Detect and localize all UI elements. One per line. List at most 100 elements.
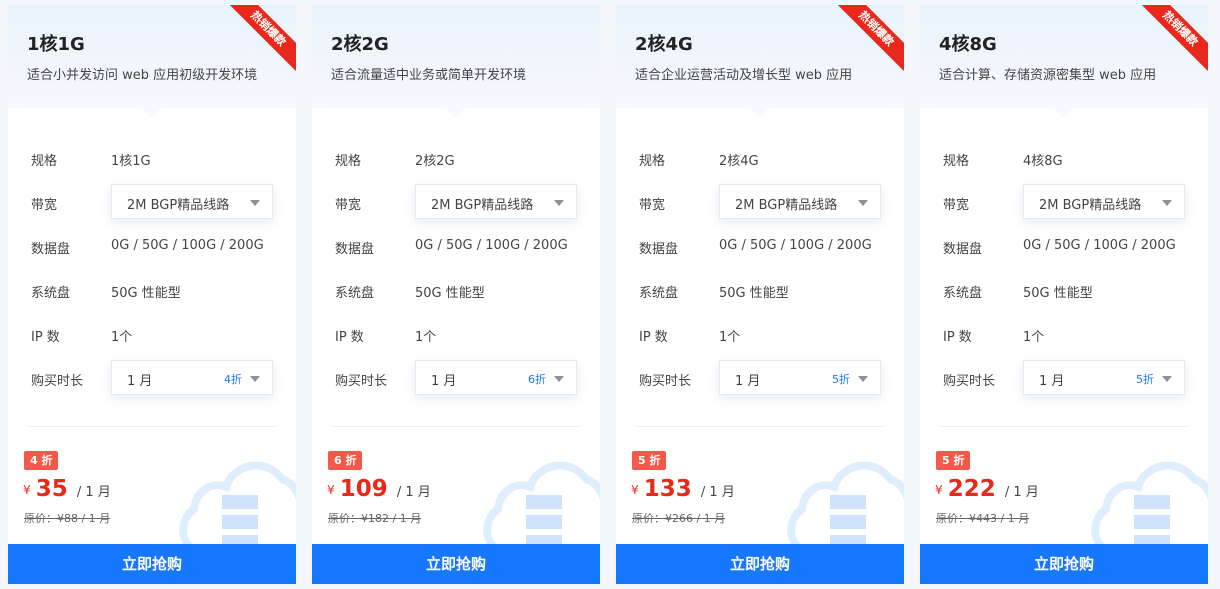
duration-select[interactable]: 1 月 5折 bbox=[719, 360, 881, 395]
original-price: 原价：¥88 / 1 月 bbox=[24, 512, 111, 525]
data-disk-value: 0G / 50G / 100G / 200G bbox=[719, 238, 872, 253]
duration-selected-value: 1 月 bbox=[431, 374, 457, 389]
duration-label: 购买时长 bbox=[335, 374, 388, 389]
plan-card-4c8g: 4核8G 适合计算、存储资源密集型 web 应用 热销爆款 规格 4核8G 带宽… bbox=[920, 5, 1208, 584]
buy-now-button[interactable]: 立即抢购 bbox=[312, 544, 600, 584]
system-disk-value: 50G 性能型 bbox=[719, 286, 789, 301]
divider bbox=[331, 426, 581, 427]
data-disk-label: 数据盘 bbox=[943, 242, 983, 257]
ip-count-label: IP 数 bbox=[639, 330, 668, 345]
duration-label: 购买时长 bbox=[639, 374, 692, 389]
cloud-server-icon bbox=[179, 461, 296, 549]
bandwidth-select[interactable]: 2M BGP精品线路 bbox=[719, 184, 881, 219]
bandwidth-select[interactable]: 2M BGP精品线路 bbox=[415, 184, 577, 219]
duration-select[interactable]: 1 月 4折 bbox=[111, 360, 273, 395]
original-price: 原价：¥443 / 1 月 bbox=[936, 512, 1030, 525]
buy-now-button[interactable]: 立即抢购 bbox=[616, 544, 904, 584]
system-disk-label: 系统盘 bbox=[943, 286, 983, 301]
spec-label: 规格 bbox=[943, 154, 970, 169]
duration-select[interactable]: 1 月 5折 bbox=[1023, 360, 1185, 395]
ip-count-value: 1个 bbox=[719, 330, 741, 345]
discount-badge: 4 折 bbox=[24, 451, 59, 470]
original-price: 原价：¥266 / 1 月 bbox=[632, 512, 726, 525]
duration-discount-tag: 4折 bbox=[224, 373, 242, 386]
price: ¥ 35 / 1 月 bbox=[23, 476, 111, 502]
plan-title: 1核1G bbox=[27, 34, 85, 55]
ip-count-value: 1个 bbox=[415, 330, 437, 345]
chevron-down-icon bbox=[858, 200, 868, 206]
cloud-server-icon bbox=[1091, 461, 1208, 549]
data-disk-value: 0G / 50G / 100G / 200G bbox=[1023, 238, 1176, 253]
spec-value: 1核1G bbox=[111, 154, 151, 169]
data-disk-label: 数据盘 bbox=[31, 242, 71, 257]
plan-description: 适合计算、存储资源密集型 web 应用 bbox=[939, 68, 1157, 83]
plan-title: 4核8G bbox=[939, 34, 997, 55]
price-amount: 222 bbox=[947, 476, 996, 502]
spec-value: 2核4G bbox=[719, 154, 759, 169]
plan-description: 适合流量适中业务或简单开发环境 bbox=[331, 68, 527, 83]
price: ¥ 133 / 1 月 bbox=[631, 476, 735, 502]
price-unit: / 1 月 bbox=[1004, 485, 1039, 500]
spec-value: 2核2G bbox=[415, 154, 455, 169]
duration-selected-value: 1 月 bbox=[735, 374, 761, 389]
original-price: 原价：¥182 / 1 月 bbox=[328, 512, 422, 525]
ip-count-label: IP 数 bbox=[31, 330, 60, 345]
data-disk-value: 0G / 50G / 100G / 200G bbox=[415, 238, 568, 253]
bandwidth-select[interactable]: 2M BGP精品线路 bbox=[111, 184, 273, 219]
chevron-down-icon bbox=[250, 200, 260, 206]
price-unit: / 1 月 bbox=[396, 485, 431, 500]
ip-count-value: 1个 bbox=[111, 330, 133, 345]
chevron-down-icon bbox=[250, 376, 260, 382]
bandwidth-selected-value: 2M BGP精品线路 bbox=[127, 198, 230, 213]
chevron-down-icon bbox=[554, 200, 564, 206]
currency-symbol: ¥ bbox=[327, 483, 335, 497]
bandwidth-label: 带宽 bbox=[335, 198, 362, 213]
price: ¥ 109 / 1 月 bbox=[327, 476, 431, 502]
plan-card-1c1g: 1核1G 适合小并发访问 web 应用初级开发环境 热销爆款 规格 1核1G 带… bbox=[8, 5, 296, 584]
price: ¥ 222 / 1 月 bbox=[935, 476, 1039, 502]
system-disk-label: 系统盘 bbox=[639, 286, 679, 301]
discount-badge: 5 折 bbox=[632, 451, 667, 470]
price-amount: 35 bbox=[35, 476, 68, 502]
buy-now-button[interactable]: 立即抢购 bbox=[920, 544, 1208, 584]
duration-selected-value: 1 月 bbox=[1039, 374, 1065, 389]
ip-count-label: IP 数 bbox=[943, 330, 972, 345]
system-disk-value: 50G 性能型 bbox=[415, 286, 485, 301]
currency-symbol: ¥ bbox=[631, 483, 639, 497]
divider bbox=[939, 426, 1189, 427]
buy-now-button[interactable]: 立即抢购 bbox=[8, 544, 296, 584]
bandwidth-label: 带宽 bbox=[943, 198, 970, 213]
duration-discount-tag: 5折 bbox=[832, 373, 850, 386]
system-disk-label: 系统盘 bbox=[335, 286, 375, 301]
price-amount: 133 bbox=[643, 476, 692, 502]
ip-count-value: 1个 bbox=[1023, 330, 1045, 345]
plan-description: 适合企业运营活动及增长型 web 应用 bbox=[635, 68, 853, 83]
divider bbox=[635, 426, 885, 427]
system-disk-value: 50G 性能型 bbox=[111, 286, 181, 301]
discount-badge: 5 折 bbox=[936, 451, 971, 470]
bandwidth-selected-value: 2M BGP精品线路 bbox=[431, 198, 534, 213]
duration-selected-value: 1 月 bbox=[127, 374, 153, 389]
ip-count-label: IP 数 bbox=[335, 330, 364, 345]
bandwidth-label: 带宽 bbox=[639, 198, 666, 213]
duration-label: 购买时长 bbox=[943, 374, 996, 389]
bandwidth-selected-value: 2M BGP精品线路 bbox=[1039, 198, 1142, 213]
duration-select[interactable]: 1 月 6折 bbox=[415, 360, 577, 395]
system-disk-value: 50G 性能型 bbox=[1023, 286, 1093, 301]
duration-discount-tag: 5折 bbox=[1136, 373, 1154, 386]
data-disk-label: 数据盘 bbox=[335, 242, 375, 257]
spec-label: 规格 bbox=[31, 154, 58, 169]
spec-label: 规格 bbox=[639, 154, 666, 169]
bandwidth-label: 带宽 bbox=[31, 198, 58, 213]
plan-card-2c4g: 2核4G 适合企业运营活动及增长型 web 应用 热销爆款 规格 2核4G 带宽… bbox=[616, 5, 904, 584]
card-header: 2核2G 适合流量适中业务或简单开发环境 bbox=[312, 5, 600, 108]
price-unit: / 1 月 bbox=[76, 485, 111, 500]
bandwidth-select[interactable]: 2M BGP精品线路 bbox=[1023, 184, 1185, 219]
plan-card-2c2g: 2核2G 适合流量适中业务或简单开发环境 规格 2核2G 带宽 2M BGP精品… bbox=[312, 5, 600, 584]
plan-title: 2核4G bbox=[635, 34, 693, 55]
currency-symbol: ¥ bbox=[23, 483, 31, 497]
data-disk-value: 0G / 50G / 100G / 200G bbox=[111, 238, 264, 253]
chevron-down-icon bbox=[1162, 200, 1172, 206]
chevron-down-icon bbox=[1162, 376, 1172, 382]
duration-label: 购买时长 bbox=[31, 374, 84, 389]
